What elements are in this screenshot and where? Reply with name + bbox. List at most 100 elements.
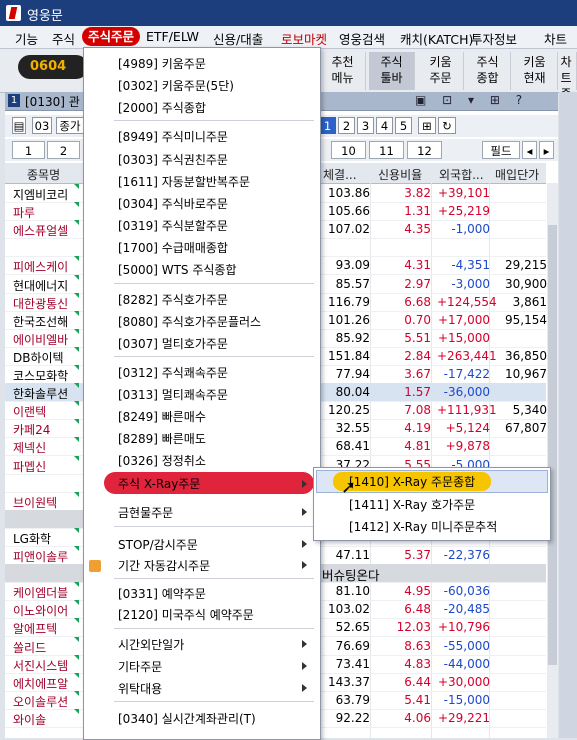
strength-value: 85.92: [335, 330, 370, 345]
menu-item[interactable]: [0307] 멀티호가주문: [118, 335, 228, 352]
flag-marker-icon: [74, 419, 79, 425]
menu-5[interactable]: 로보마켓: [281, 29, 327, 48]
credit-ratio-value: 4.83: [404, 656, 431, 671]
submenu-arrow-icon: [302, 640, 307, 648]
flag-marker-icon: [74, 274, 79, 280]
menu-2[interactable]: 주식주문: [82, 27, 141, 46]
menu-item[interactable]: [2000] 주식종합: [118, 99, 206, 116]
strength-value: 93.09: [335, 258, 370, 273]
scrollbar-thumb[interactable]: [548, 225, 557, 665]
page-button-1[interactable]: 1: [319, 117, 336, 134]
menu-item[interactable]: [0302] 키움주문(5단): [118, 77, 234, 94]
toolbar-button-2[interactable]: 키움 주문: [418, 52, 464, 90]
toolbar-button-5[interactable]: 차트종합: [556, 52, 577, 117]
account-number: 0604: [30, 59, 67, 74]
toolbar-button-1[interactable]: 주식 툴바: [369, 52, 415, 90]
menu-item[interactable]: 기타주문: [118, 658, 162, 675]
menu-item[interactable]: [0312] 주식쾌속주문: [118, 364, 228, 381]
strength-value: 92.22: [335, 710, 370, 725]
submenu-item[interactable]: [1411] X-Ray 호가주문: [349, 496, 475, 513]
group-tab-11[interactable]: 11: [369, 141, 404, 159]
field-button[interactable]: 필드: [482, 141, 520, 159]
group-tab-10[interactable]: 10: [331, 141, 366, 159]
vertical-scrollbar[interactable]: [547, 183, 558, 738]
menu-item[interactable]: [8289] 빠른매도: [118, 430, 206, 447]
column-foreign[interactable]: 외국합...: [439, 166, 484, 183]
menu-item[interactable]: [1611] 자동분할반복주문: [118, 173, 250, 190]
menu-item[interactable]: 기간 자동감시주문: [118, 557, 210, 574]
grid-icon[interactable]: ⊞: [418, 117, 436, 134]
group-tab-2[interactable]: 2: [47, 141, 80, 159]
account-selector[interactable]: 0604 ▾: [18, 55, 98, 79]
page-button-3[interactable]: 3: [357, 117, 374, 134]
menu-1[interactable]: 주식: [52, 29, 75, 48]
app-logo-icon: [6, 5, 21, 21]
menu-item[interactable]: [1700] 수급매매종합: [118, 239, 228, 256]
toolbar-button-3[interactable]: 주식 종합: [465, 52, 511, 90]
credit-ratio-value: 1.57: [404, 385, 431, 400]
refresh-icon[interactable]: ↻: [438, 117, 456, 134]
menu-item[interactable]: [0304] 주식바로주문: [118, 195, 228, 212]
menu-item[interactable]: [2120] 미국주식 예약주문: [118, 606, 254, 623]
menu-item[interactable]: [0313] 멀티쾌속주문: [118, 386, 228, 403]
submenu-item[interactable]: [1412] X-Ray 미니주문추적: [349, 518, 497, 535]
chevron-right-icon[interactable]: ▸: [539, 141, 554, 159]
toolbar-button-4[interactable]: 키움 현재: [512, 52, 558, 90]
page-button-4[interactable]: 4: [376, 117, 393, 134]
toolbar-button-0[interactable]: 추천 메뉴: [320, 52, 366, 90]
menu-6[interactable]: 영웅검색: [339, 29, 385, 48]
group-number[interactable]: 03: [32, 117, 52, 134]
stock-name: 카페24: [13, 423, 51, 438]
window-control-icons[interactable]: ▣ ⊡ ▾ ⊞ ?: [415, 93, 528, 107]
menu-item[interactable]: [8249] 빠른매수: [118, 408, 206, 425]
page-button-2[interactable]: 2: [338, 117, 355, 134]
menu-item[interactable]: 위탁대용: [118, 680, 162, 697]
menu-item-xray-order[interactable]: 주식 X-Ray주문: [104, 472, 314, 494]
toolbar-button-line1: 주식: [476, 55, 499, 69]
column-name[interactable]: 종목명: [27, 166, 60, 183]
column-credit-ratio[interactable]: 신용비율: [378, 166, 422, 183]
menu-item[interactable]: [8949] 주식미니주문: [118, 128, 228, 145]
menu-8[interactable]: 투자정보: [471, 29, 517, 48]
credit-ratio-value: 6.44: [404, 674, 431, 689]
buy-price-value: 5,340: [512, 403, 547, 418]
stock-name: 에이비엘바: [13, 332, 69, 347]
foreign-value: +29,221: [437, 710, 490, 725]
page-button-5[interactable]: 5: [395, 117, 412, 134]
menu-item[interactable]: 금현물주문: [118, 504, 173, 521]
chevron-left-icon[interactable]: ◂: [522, 141, 537, 159]
menu-item[interactable]: [5000] WTS 주식종합: [118, 261, 237, 278]
foreign-value: +15,000: [437, 330, 490, 345]
menu-9[interactable]: 차트: [544, 29, 567, 48]
menu-item[interactable]: [4989] 키움주문: [118, 55, 206, 72]
strength-value: 80.04: [335, 385, 370, 400]
column-buy-price[interactable]: 매입단가: [495, 166, 539, 183]
credit-ratio-value: 4.35: [404, 222, 431, 237]
menu-item[interactable]: [0303] 주식권친주문: [118, 151, 228, 168]
sort-select[interactable]: 종가: [56, 117, 84, 134]
flag-marker-icon: [74, 346, 79, 352]
menu-item[interactable]: [0340] 실시간계좌관리(T): [118, 710, 256, 727]
menu-item[interactable]: [8282] 주식호가주문: [118, 291, 228, 308]
menu-item[interactable]: [8080] 주식호가주문플러스: [118, 313, 261, 330]
buy-price-value: 67,807: [505, 421, 547, 436]
menu-4[interactable]: 신용/대출: [213, 29, 263, 48]
strength-value: 107.02: [328, 222, 370, 237]
submenu-item[interactable]: [1410] X-Ray 주문종합: [349, 473, 475, 490]
menu-item[interactable]: [0331] 예약주문: [118, 585, 206, 602]
menu-item[interactable]: [0326] 정정취소: [118, 452, 206, 469]
column-strength[interactable]: 체결...: [323, 166, 357, 183]
menu-0[interactable]: 기능: [15, 29, 38, 48]
stock-name: LG화학: [13, 531, 52, 546]
menu-separator: [114, 526, 314, 527]
flag-marker-icon: [74, 328, 79, 334]
menu-7[interactable]: 캐치(KATCH): [400, 29, 473, 48]
menu-item[interactable]: [0319] 주식분할주문: [118, 217, 228, 234]
menu-item[interactable]: STOP/감시주문: [118, 536, 198, 553]
menu-separator: [114, 578, 314, 579]
group-tab-12[interactable]: 12: [407, 141, 442, 159]
group-tab-1[interactable]: 1: [12, 141, 45, 159]
layout-icon[interactable]: ▤: [12, 117, 26, 134]
menu-item[interactable]: 시간외단일가: [118, 636, 184, 653]
menu-3[interactable]: ETF/ELW: [146, 29, 199, 44]
